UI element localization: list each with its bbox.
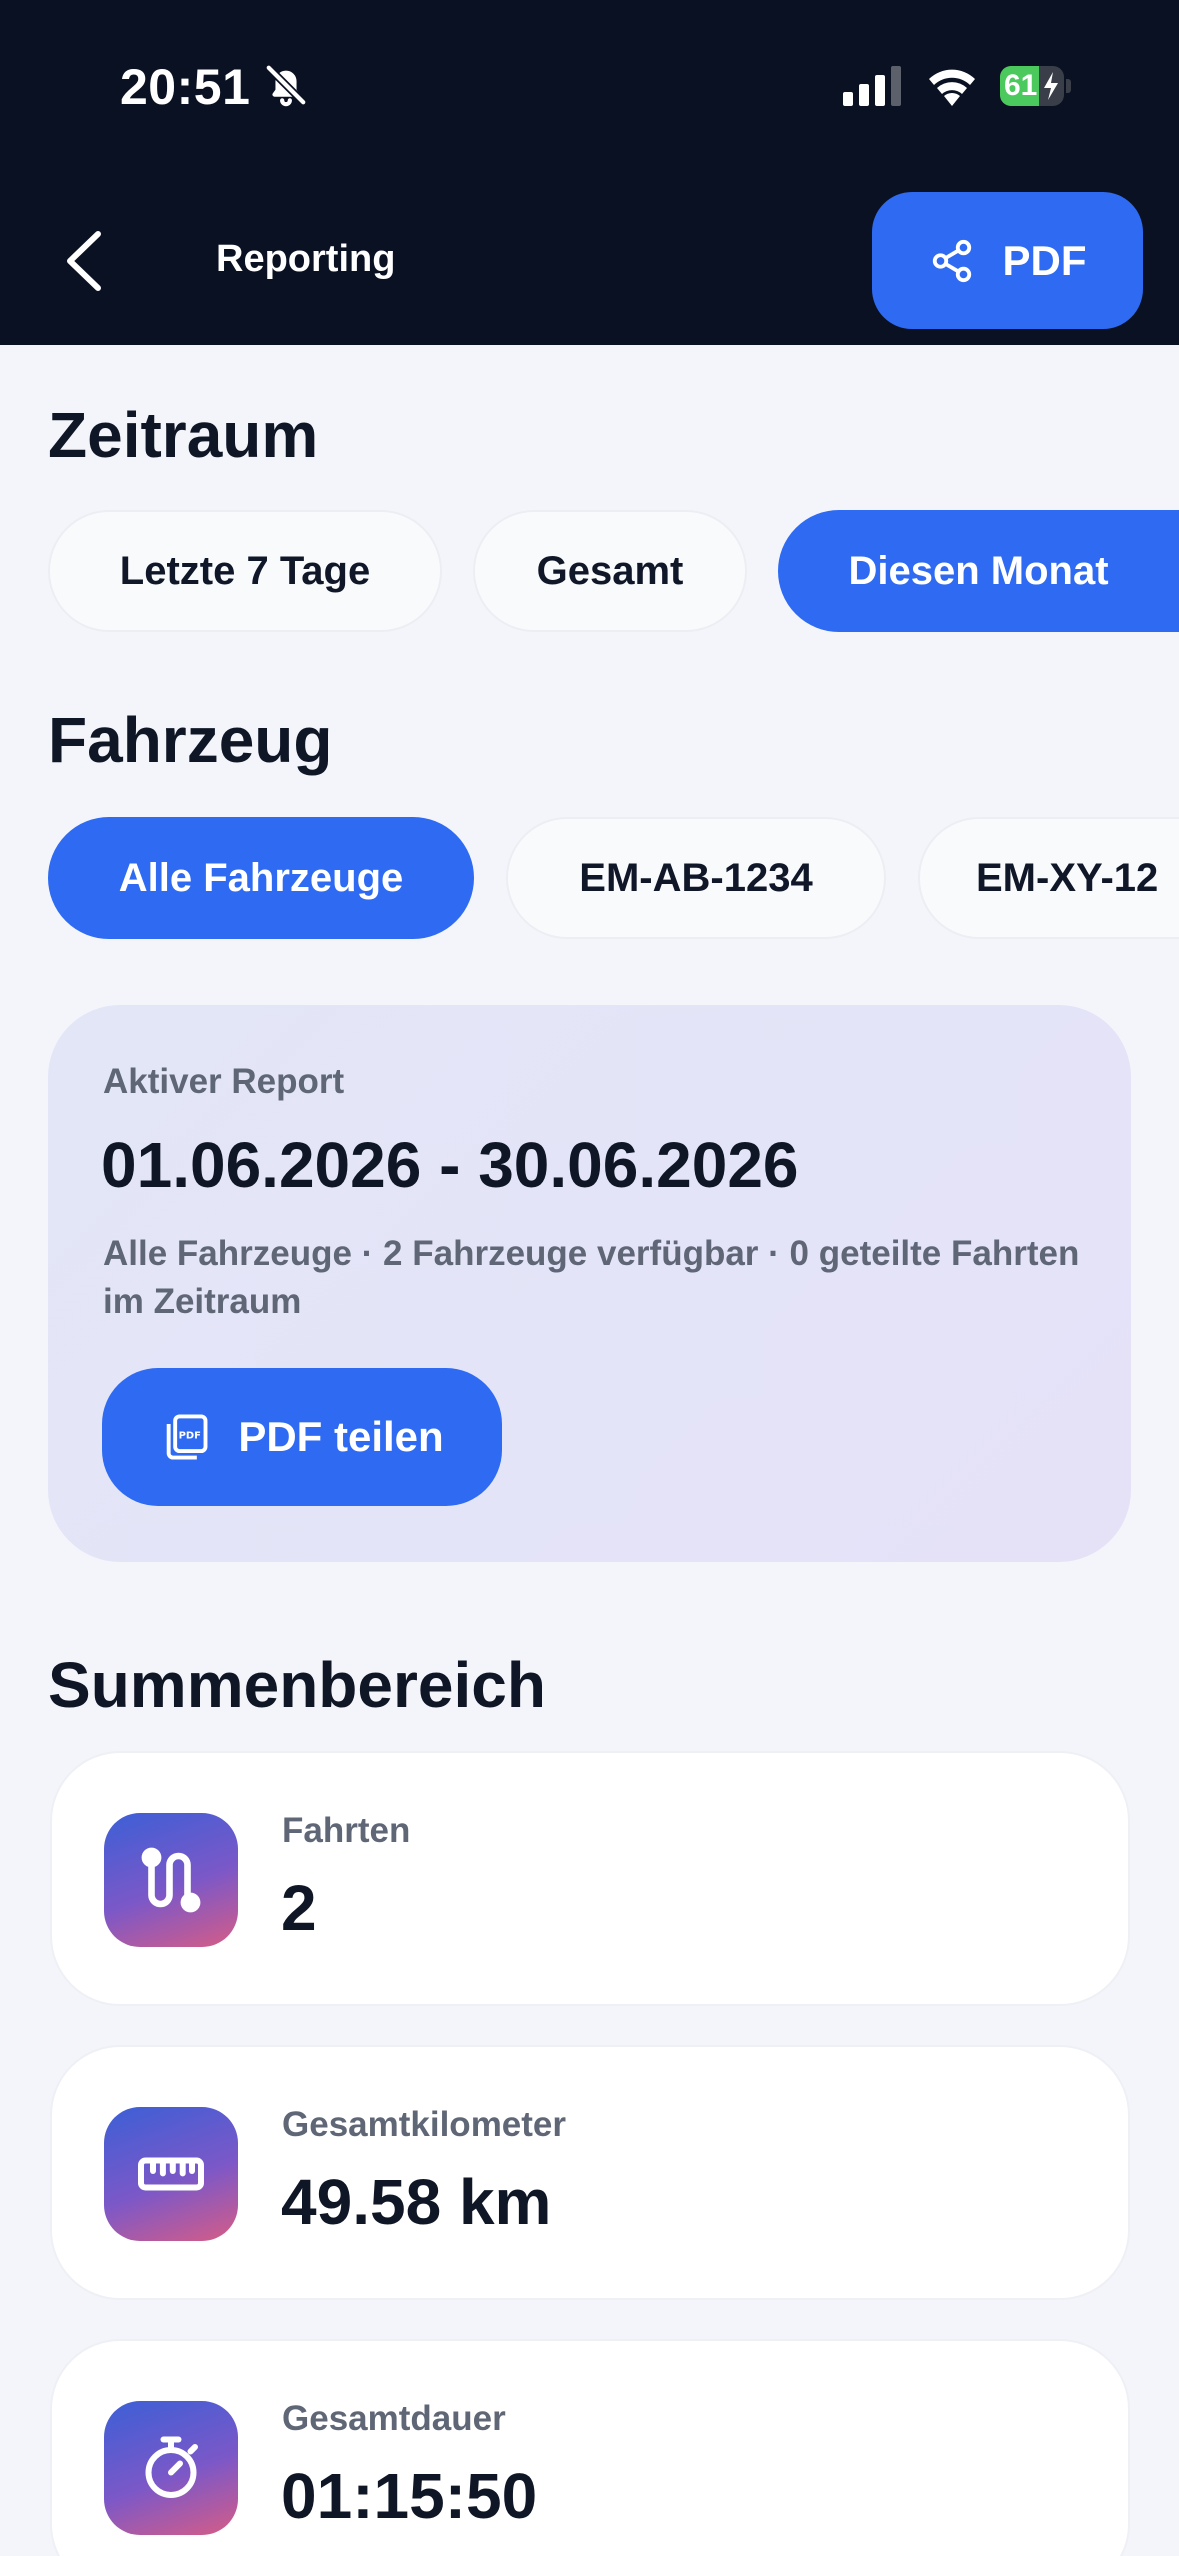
vehicle-section-title: Fahrzeug xyxy=(48,704,333,776)
stat-card-total-duration: Gesamtdauer 01:15:50 xyxy=(50,2339,1130,2556)
battery-percent: 61 xyxy=(1004,69,1038,102)
stat-label: Gesamtdauer xyxy=(282,2399,506,2438)
report-label: Aktiver Report xyxy=(103,1062,345,1101)
ruler-icon xyxy=(104,2107,238,2241)
stat-label: Gesamtkilometer xyxy=(282,2105,567,2144)
back-button[interactable] xyxy=(60,228,110,294)
vehicle-chip-em-xy[interactable]: EM-XY-12 xyxy=(918,817,1179,939)
bell-slash-icon xyxy=(264,63,308,107)
share-pdf-label: PDF teilen xyxy=(238,1413,444,1460)
vehicle-chip-em-ab-1234[interactable]: EM-AB-1234 xyxy=(506,817,886,939)
stat-value: 49.58 km xyxy=(281,2166,552,2238)
wifi-icon xyxy=(929,69,975,106)
route-icon xyxy=(104,1813,238,1947)
report-description: Alle Fahrzeuge · 2 Fahrzeuge verfügbar ·… xyxy=(103,1234,1080,1321)
cellular-signal-icon xyxy=(843,66,901,106)
battery-indicator: 61 xyxy=(1000,66,1071,106)
stat-card-total-km: Gesamtkilometer 49.58 km xyxy=(50,2045,1130,2300)
vehicle-chip-all[interactable]: Alle Fahrzeuge xyxy=(48,817,474,939)
charging-bolt-icon xyxy=(1044,72,1058,100)
stat-value: 2 xyxy=(281,1872,317,1944)
share-icon xyxy=(932,239,971,282)
period-chip-total[interactable]: Gesamt xyxy=(473,510,747,632)
period-section-title: Zeitraum xyxy=(48,399,319,471)
page-title: Reporting xyxy=(216,238,396,280)
pdf-file-icon: PDF xyxy=(167,1414,208,1460)
stat-card-trips: Fahrten 2 xyxy=(50,1751,1130,2006)
pdf-export-button[interactable]: PDF xyxy=(872,192,1143,329)
stopwatch-icon xyxy=(104,2401,238,2535)
share-pdf-button[interactable]: PDF PDF teilen xyxy=(102,1368,502,1506)
top-bar: 20:51 61 Reporting PDF xyxy=(0,0,1179,345)
pdf-button-label: PDF xyxy=(1002,236,1087,284)
period-chip-last-7-days[interactable]: Letzte 7 Tage xyxy=(48,510,442,632)
stat-label: Fahrten xyxy=(282,1811,411,1850)
status-time: 20:51 xyxy=(120,59,251,115)
active-report-card: Aktiver Report 01.06.2026 - 30.06.2026 A… xyxy=(48,1005,1131,1562)
summary-section-title: Summenbereich xyxy=(48,1649,546,1721)
period-chip-this-month[interactable]: Diesen Monat xyxy=(778,510,1179,632)
report-date-range: 01.06.2026 - 30.06.2026 xyxy=(101,1129,799,1201)
stat-value: 01:15:50 xyxy=(281,2460,538,2532)
svg-text:PDF: PDF xyxy=(179,1430,201,1441)
